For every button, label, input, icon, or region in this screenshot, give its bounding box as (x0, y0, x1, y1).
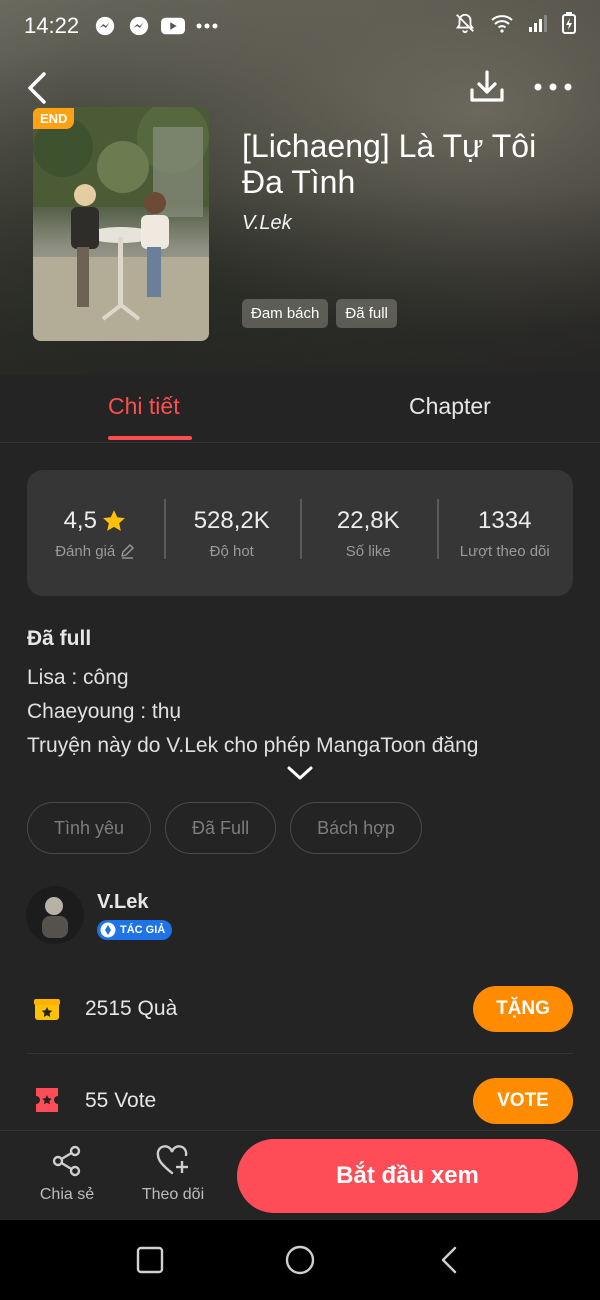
status-time: 14:22 (24, 13, 80, 38)
follow-button[interactable]: Theo dõi (128, 1145, 218, 1204)
votes-count: 55 Vote (85, 1089, 157, 1112)
edit-icon (121, 544, 134, 559)
hero-tag[interactable]: Đã full (336, 299, 397, 328)
end-badge: END (33, 108, 75, 129)
chevron-left-icon (28, 72, 46, 104)
author-badge-icon (100, 922, 116, 938)
description-line: Lisa : công (27, 666, 129, 689)
signal-icon (528, 13, 548, 39)
genre-tags: Tình yêu Đã Full Bách hợp (27, 802, 422, 854)
description-line: Truyện này do V.Lek cho phép MangaToon đ… (27, 734, 479, 757)
top-actions (0, 66, 600, 110)
chevron-left-icon (441, 1246, 457, 1274)
notifications-off-icon (454, 12, 476, 40)
avatar-image (26, 886, 84, 944)
stat-rating[interactable]: 4,5 Đánh giá (27, 507, 164, 560)
system-navigation-bar (0, 1220, 600, 1300)
share-button[interactable]: Chia sẻ (22, 1145, 112, 1204)
status-bar: 14:22 (0, 0, 600, 52)
rating-label: Đánh giá (55, 542, 116, 560)
follow-label: Theo dõi (141, 1186, 205, 1203)
description-status: Đã full (27, 627, 92, 650)
author-badge-label: TÁC GIẢ (120, 924, 166, 936)
tab-bar: Chi tiết Chapter (0, 375, 600, 443)
stat-likes: 22,8K Số like (300, 498, 437, 560)
description-line: Chaeyoung : thụ (27, 700, 182, 723)
tab-chapter[interactable]: Chapter (409, 393, 491, 420)
tab-active-indicator (108, 436, 192, 440)
book-title: [Lichaeng] Là Tự Tôi Đa Tình (242, 128, 537, 200)
gift-icon (33, 994, 61, 1022)
genre-tag[interactable]: Đã Full (165, 802, 277, 854)
ticket-icon (33, 1086, 61, 1114)
chevron-down-icon (287, 766, 313, 780)
system-back-button[interactable] (434, 1244, 466, 1276)
hero-tags: Đam bách Đã full (242, 299, 397, 328)
gift-button[interactable]: TẶNG (473, 986, 573, 1032)
book-author[interactable]: V.Lek (242, 212, 292, 235)
stat-hot: 528,2K Độ hot (163, 498, 301, 560)
likes-label: Số like (345, 542, 391, 560)
hot-value: 528,2K (193, 506, 270, 534)
more-button[interactable] (532, 72, 574, 102)
expand-description-button[interactable] (286, 764, 314, 782)
stats-card: 4,5 Đánh giá 528,2K Độ hot 22,8K Số like… (27, 470, 573, 596)
genre-tag[interactable]: Tình yêu (27, 802, 152, 854)
home-button[interactable] (284, 1244, 316, 1276)
download-button[interactable] (468, 68, 506, 106)
wifi-icon (490, 13, 514, 39)
youtube-icon (161, 14, 186, 38)
battery-icon (562, 12, 576, 40)
tab-details[interactable]: Chi tiết (108, 393, 180, 420)
gifts-row: 2515 Quà TẶNG (27, 980, 573, 1054)
download-icon (470, 70, 504, 102)
share-label: Chia sẻ (39, 1186, 95, 1203)
followers-value: 1334 (478, 506, 532, 534)
author-badge: TÁC GIẢ (97, 920, 173, 940)
start-watching-button[interactable]: Bắt đầu xem (237, 1139, 578, 1213)
likes-value: 22,8K (336, 506, 400, 534)
circle-icon (285, 1245, 315, 1275)
back-button[interactable] (22, 70, 52, 106)
author-name[interactable]: V.Lek (97, 891, 149, 914)
heart-plus-icon (156, 1145, 188, 1175)
star-icon (103, 509, 125, 531)
genre-tag[interactable]: Bách hợp (290, 802, 422, 854)
hero-tag[interactable]: Đam bách (242, 299, 329, 328)
messenger-icon (127, 14, 151, 38)
recent-apps-button[interactable] (134, 1244, 166, 1276)
followers-label: Lượt theo dõi (459, 542, 550, 560)
hot-label: Độ hot (209, 542, 254, 560)
vote-button[interactable]: VOTE (473, 1078, 573, 1124)
more-dots-icon (195, 14, 219, 38)
share-icon (52, 1145, 81, 1177)
square-icon (136, 1246, 164, 1274)
stat-followers: 1334 Lượt theo dõi (436, 498, 574, 560)
book-cover[interactable] (33, 107, 209, 341)
rating-value: 4,5 (63, 506, 97, 534)
gifts-count: 2515 Quà (85, 997, 178, 1020)
cover-image (33, 107, 209, 341)
author-avatar[interactable] (26, 886, 84, 944)
votes-row: 55 Vote VOTE (27, 1072, 573, 1132)
bottom-action-bar: Chia sẻ Theo dõi Bắt đầu xem (0, 1130, 600, 1220)
more-horizontal-icon (534, 83, 572, 91)
messenger-icon (93, 14, 117, 38)
